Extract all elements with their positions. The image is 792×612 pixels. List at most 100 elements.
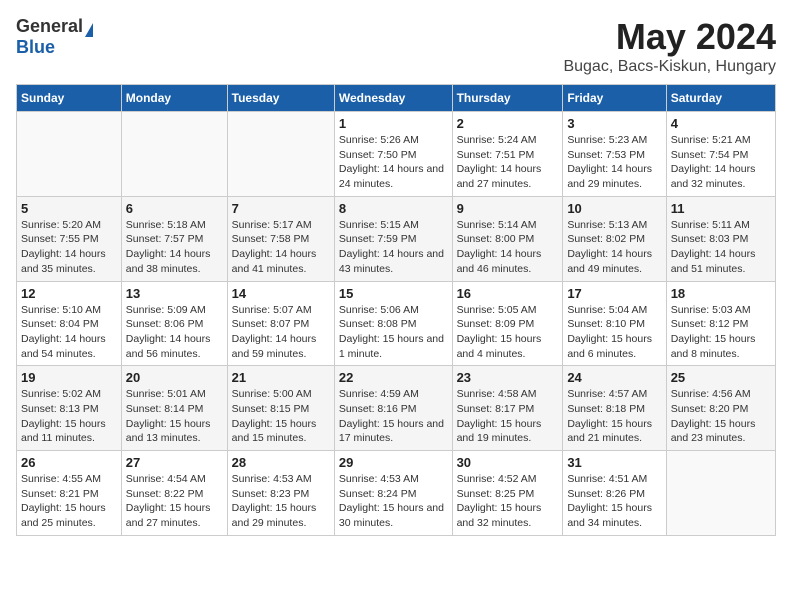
calendar-cell-w3-d5: 16 Sunrise: 5:05 AMSunset: 8:09 PMDayligh… xyxy=(452,281,563,366)
cell-date-number: 2 xyxy=(457,116,559,131)
cell-sun-info: Sunrise: 4:54 AMSunset: 8:22 PMDaylight:… xyxy=(126,472,223,531)
cell-date-number: 12 xyxy=(21,286,117,301)
title-block: May 2024 Bugac, Bacs-Kiskun, Hungary xyxy=(563,16,776,76)
cell-date-number: 18 xyxy=(671,286,771,301)
cell-sun-info: Sunrise: 5:13 AMSunset: 8:02 PMDaylight:… xyxy=(567,218,661,277)
calendar-cell-w2-d4: 8Sunrise: 5:15 AMSunset: 7:59 PMDaylight… xyxy=(334,196,452,281)
header-tuesday: Tuesday xyxy=(227,85,334,112)
cell-sun-info: Sunrise: 5:20 AMSunset: 7:55 PMDaylight:… xyxy=(21,218,117,277)
calendar-cell-w2-d3: 7Sunrise: 5:17 AMSunset: 7:58 PMDaylight… xyxy=(227,196,334,281)
logo-blue-text: Blue xyxy=(16,37,55,58)
header-friday: Friday xyxy=(563,85,666,112)
cell-date-number: 6 xyxy=(126,201,223,216)
logo-general-text: General xyxy=(16,16,83,37)
cell-sun-info: Sunrise: 5:00 AMSunset: 8:15 PMDaylight:… xyxy=(232,387,330,446)
logo-triangle-icon xyxy=(85,23,93,37)
cell-date-number: 11 xyxy=(671,201,771,216)
calendar-cell-w2-d6: 10 Sunrise: 5:13 AMSunset: 8:02 PMDayligh… xyxy=(563,196,666,281)
calendar-cell-w3-d6: 17 Sunrise: 5:04 AMSunset: 8:10 PMDayligh… xyxy=(563,281,666,366)
calendar-cell-w5-d4: 29 Sunrise: 4:53 AMSunset: 8:24 PMDayligh… xyxy=(334,451,452,536)
cell-date-number: 23 xyxy=(457,370,559,385)
calendar-cell-w4-d6: 24Sunrise: 4:57 AMSunset: 8:18 PMDayligh… xyxy=(563,366,666,451)
calendar-table: Sunday Monday Tuesday Wednesday Thursday… xyxy=(16,84,776,536)
calendar-week-1: 1 Sunrise: 5:26 AMSunset: 7:50 PMDaylight… xyxy=(17,112,776,197)
cell-date-number: 14 xyxy=(232,286,330,301)
cell-date-number: 7 xyxy=(232,201,330,216)
cell-sun-info: Sunrise: 4:57 AMSunset: 8:18 PMDaylight:… xyxy=(567,387,661,446)
cell-sun-info: Sunrise: 5:14 AMSunset: 8:00 PMDaylight:… xyxy=(457,218,559,277)
calendar-title: May 2024 xyxy=(563,16,776,58)
cell-sun-info: Sunrise: 5:04 AMSunset: 8:10 PMDaylight:… xyxy=(567,303,661,362)
header-sunday: Sunday xyxy=(17,85,122,112)
calendar-cell-w1-d1 xyxy=(17,112,122,197)
calendar-header-row: Sunday Monday Tuesday Wednesday Thursday… xyxy=(17,85,776,112)
calendar-week-4: 19Sunrise: 5:02 AMSunset: 8:13 PMDayligh… xyxy=(17,366,776,451)
cell-sun-info: Sunrise: 5:03 AMSunset: 8:12 PMDaylight:… xyxy=(671,303,771,362)
cell-date-number: 1 xyxy=(339,116,448,131)
cell-date-number: 16 xyxy=(457,286,559,301)
calendar-cell-w3-d2: 13Sunrise: 5:09 AMSunset: 8:06 PMDayligh… xyxy=(121,281,227,366)
header-wednesday: Wednesday xyxy=(334,85,452,112)
cell-sun-info: Sunrise: 4:53 AMSunset: 8:24 PMDaylight:… xyxy=(339,472,448,531)
calendar-cell-w4-d3: 21 Sunrise: 5:00 AMSunset: 8:15 PMDayligh… xyxy=(227,366,334,451)
calendar-week-2: 5 Sunrise: 5:20 AMSunset: 7:55 PMDaylight… xyxy=(17,196,776,281)
calendar-cell-w4-d4: 22 Sunrise: 4:59 AMSunset: 8:16 PMDayligh… xyxy=(334,366,452,451)
cell-date-number: 20 xyxy=(126,370,223,385)
page-header: General Blue May 2024 Bugac, Bacs-Kiskun… xyxy=(16,16,776,76)
calendar-week-3: 12Sunrise: 5:10 AMSunset: 8:04 PMDayligh… xyxy=(17,281,776,366)
calendar-cell-w3-d1: 12Sunrise: 5:10 AMSunset: 8:04 PMDayligh… xyxy=(17,281,122,366)
calendar-cell-w3-d7: 18 Sunrise: 5:03 AMSunset: 8:12 PMDayligh… xyxy=(666,281,775,366)
cell-date-number: 5 xyxy=(21,201,117,216)
calendar-week-5: 26 Sunrise: 4:55 AMSunset: 8:21 PMDayligh… xyxy=(17,451,776,536)
cell-sun-info: Sunrise: 4:51 AMSunset: 8:26 PMDaylight:… xyxy=(567,472,661,531)
cell-date-number: 10 xyxy=(567,201,661,216)
cell-sun-info: Sunrise: 4:53 AMSunset: 8:23 PMDaylight:… xyxy=(232,472,330,531)
cell-sun-info: Sunrise: 5:26 AMSunset: 7:50 PMDaylight:… xyxy=(339,133,448,192)
calendar-cell-w1-d6: 3 Sunrise: 5:23 AMSunset: 7:53 PMDaylight… xyxy=(563,112,666,197)
cell-sun-info: Sunrise: 4:55 AMSunset: 8:21 PMDaylight:… xyxy=(21,472,117,531)
cell-sun-info: Sunrise: 5:11 AMSunset: 8:03 PMDaylight:… xyxy=(671,218,771,277)
header-thursday: Thursday xyxy=(452,85,563,112)
calendar-cell-w5-d5: 30 Sunrise: 4:52 AMSunset: 8:25 PMDayligh… xyxy=(452,451,563,536)
calendar-cell-w1-d4: 1 Sunrise: 5:26 AMSunset: 7:50 PMDaylight… xyxy=(334,112,452,197)
cell-date-number: 21 xyxy=(232,370,330,385)
cell-date-number: 19 xyxy=(21,370,117,385)
cell-sun-info: Sunrise: 5:18 AMSunset: 7:57 PMDaylight:… xyxy=(126,218,223,277)
header-monday: Monday xyxy=(121,85,227,112)
cell-date-number: 9 xyxy=(457,201,559,216)
calendar-cell-w1-d5: 2 Sunrise: 5:24 AMSunset: 7:51 PMDaylight… xyxy=(452,112,563,197)
cell-sun-info: Sunrise: 5:15 AMSunset: 7:59 PMDaylight:… xyxy=(339,218,448,277)
cell-date-number: 30 xyxy=(457,455,559,470)
calendar-cell-w1-d3 xyxy=(227,112,334,197)
cell-sun-info: Sunrise: 5:23 AMSunset: 7:53 PMDaylight:… xyxy=(567,133,661,192)
cell-date-number: 17 xyxy=(567,286,661,301)
calendar-subtitle: Bugac, Bacs-Kiskun, Hungary xyxy=(563,58,776,76)
cell-date-number: 13 xyxy=(126,286,223,301)
calendar-cell-w4-d2: 20Sunrise: 5:01 AMSunset: 8:14 PMDayligh… xyxy=(121,366,227,451)
cell-date-number: 3 xyxy=(567,116,661,131)
calendar-cell-w5-d2: 27Sunrise: 4:54 AMSunset: 8:22 PMDayligh… xyxy=(121,451,227,536)
calendar-cell-w4-d5: 23Sunrise: 4:58 AMSunset: 8:17 PMDayligh… xyxy=(452,366,563,451)
cell-date-number: 4 xyxy=(671,116,771,131)
calendar-cell-w2-d5: 9 Sunrise: 5:14 AMSunset: 8:00 PMDaylight… xyxy=(452,196,563,281)
cell-sun-info: Sunrise: 5:21 AMSunset: 7:54 PMDaylight:… xyxy=(671,133,771,192)
cell-date-number: 29 xyxy=(339,455,448,470)
cell-date-number: 15 xyxy=(339,286,448,301)
cell-date-number: 26 xyxy=(21,455,117,470)
calendar-cell-w5-d7 xyxy=(666,451,775,536)
cell-date-number: 25 xyxy=(671,370,771,385)
logo: General Blue xyxy=(16,16,93,58)
calendar-cell-w5-d1: 26 Sunrise: 4:55 AMSunset: 8:21 PMDayligh… xyxy=(17,451,122,536)
calendar-cell-w4-d7: 25Sunrise: 4:56 AMSunset: 8:20 PMDayligh… xyxy=(666,366,775,451)
cell-date-number: 28 xyxy=(232,455,330,470)
cell-sun-info: Sunrise: 5:07 AMSunset: 8:07 PMDaylight:… xyxy=(232,303,330,362)
cell-sun-info: Sunrise: 5:24 AMSunset: 7:51 PMDaylight:… xyxy=(457,133,559,192)
cell-sun-info: Sunrise: 4:59 AMSunset: 8:16 PMDaylight:… xyxy=(339,387,448,446)
cell-sun-info: Sunrise: 4:52 AMSunset: 8:25 PMDaylight:… xyxy=(457,472,559,531)
calendar-cell-w3-d3: 14 Sunrise: 5:07 AMSunset: 8:07 PMDayligh… xyxy=(227,281,334,366)
calendar-cell-w2-d1: 5 Sunrise: 5:20 AMSunset: 7:55 PMDaylight… xyxy=(17,196,122,281)
calendar-cell-w1-d2 xyxy=(121,112,227,197)
calendar-cell-w1-d7: 4 Sunrise: 5:21 AMSunset: 7:54 PMDaylight… xyxy=(666,112,775,197)
cell-date-number: 22 xyxy=(339,370,448,385)
cell-sun-info: Sunrise: 5:05 AMSunset: 8:09 PMDaylight:… xyxy=(457,303,559,362)
